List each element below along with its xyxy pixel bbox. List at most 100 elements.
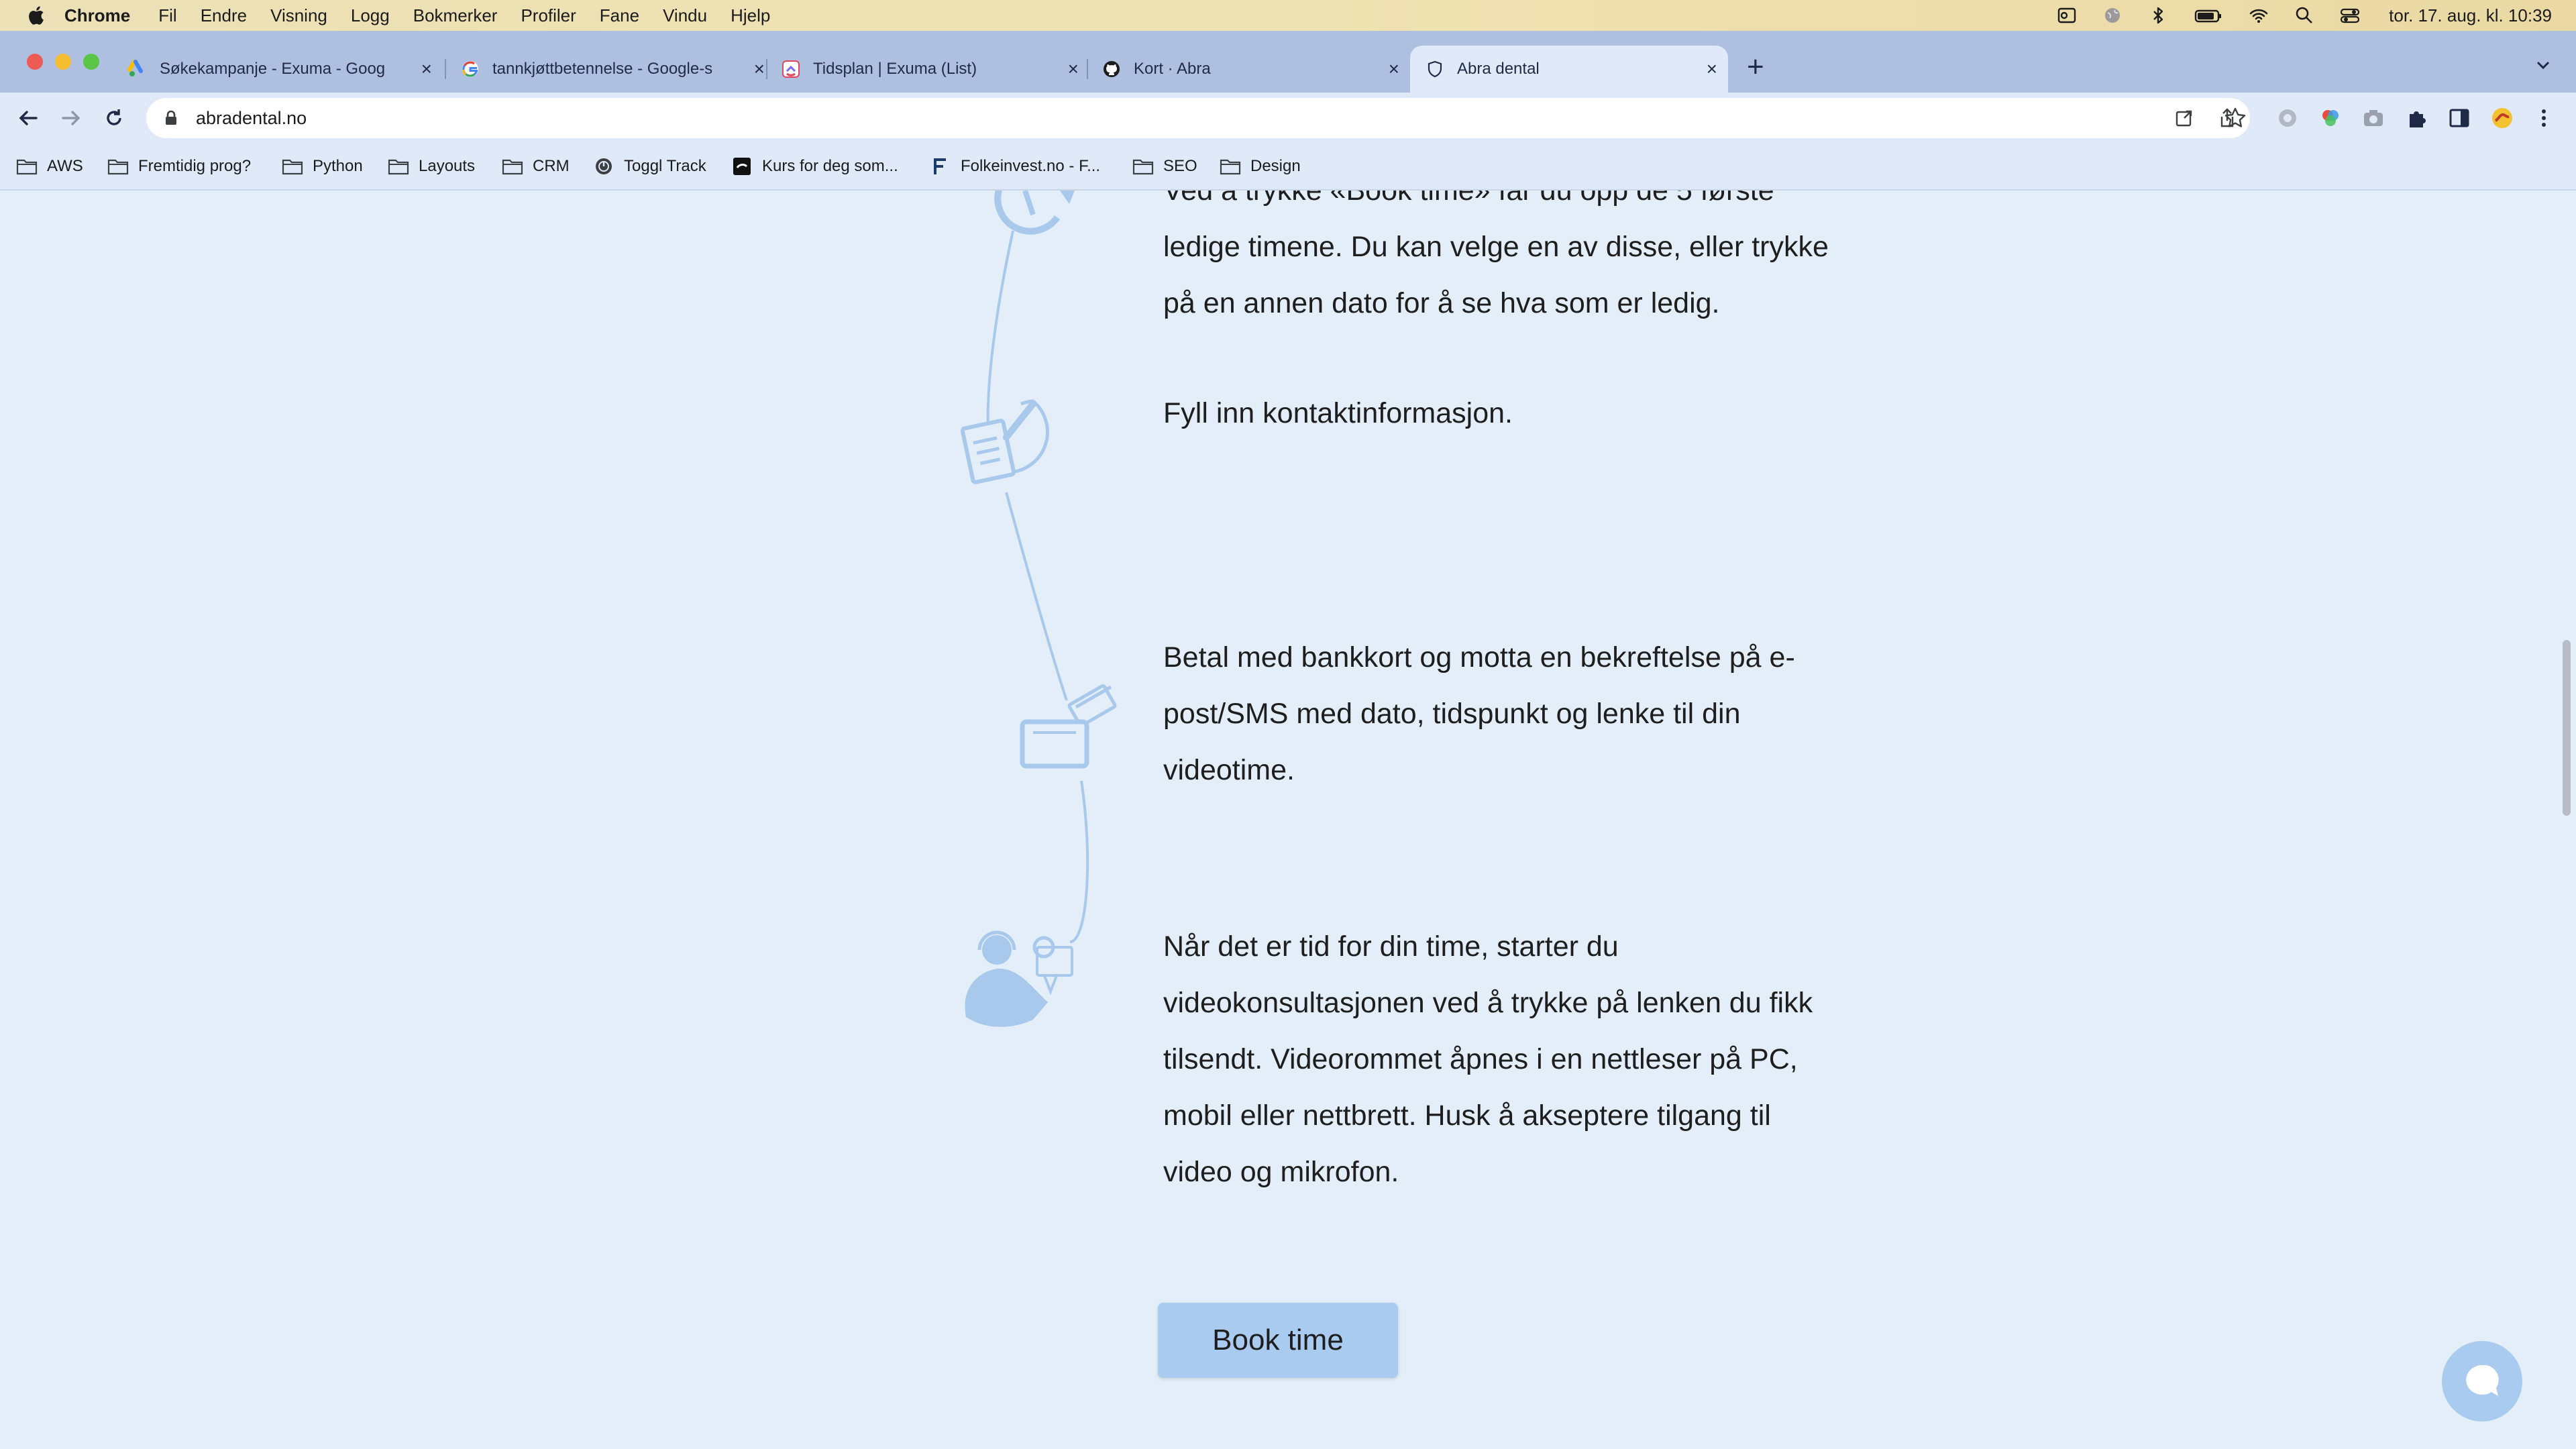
bookmark-design[interactable]: Design — [1220, 155, 1301, 178]
chat-bubble-icon — [2466, 1364, 2499, 1396]
wifi-icon[interactable] — [2248, 5, 2269, 26]
address-bar[interactable]: abradental.no — [146, 98, 2250, 138]
camera-extension-icon[interactable] — [2361, 106, 2385, 130]
side-panel-icon[interactable] — [2447, 106, 2471, 130]
bookmark-label: AWS — [47, 157, 83, 175]
github-icon — [1104, 61, 1120, 77]
close-tab-icon[interactable]: × — [1389, 58, 1399, 80]
reload-icon[interactable] — [102, 106, 126, 130]
shield-icon — [1428, 60, 1442, 78]
bookmark-label: Python — [313, 157, 363, 175]
bookmark-label: Design — [1250, 157, 1301, 175]
browser-toolbar: abradental.no — [0, 93, 2576, 144]
close-window-button[interactable] — [27, 54, 43, 70]
tab-abra-dental[interactable]: Abra dental × — [1410, 46, 1728, 93]
browser-tab-strip: Søkekampanje - Exuma - Goog × tannkjøttb… — [0, 31, 2576, 93]
page-scrollbar-thumb[interactable] — [2563, 640, 2571, 816]
extension-color-wheel-icon[interactable] — [2318, 106, 2343, 130]
steps-connector-line — [986, 230, 1089, 943]
maximize-window-button[interactable] — [83, 54, 99, 70]
url-text[interactable]: abradental.no — [196, 108, 307, 129]
page-content: Ved å trykke «Book time» får du opp de 5… — [0, 191, 2576, 1449]
bookmark-label: Toggl Track — [624, 157, 706, 175]
bookmark-crm[interactable]: CRM — [502, 155, 570, 178]
lock-icon[interactable] — [162, 109, 180, 127]
menu-fane[interactable]: Fane — [600, 5, 639, 26]
outlook-status-icon[interactable] — [2056, 5, 2078, 26]
macos-menu-bar: Chrome Fil Endre Visning Logg Bokmerker … — [0, 0, 2576, 31]
new-tab-button[interactable]: + — [1747, 52, 1764, 82]
extension-grey-circle-icon[interactable] — [2275, 106, 2300, 130]
forward-arrow-icon[interactable] — [59, 106, 83, 130]
folder-icon — [388, 159, 409, 175]
apple-logo-icon[interactable] — [25, 5, 46, 26]
book-time-button[interactable]: Book time — [1158, 1303, 1398, 1378]
menu-vindu[interactable]: Vindu — [663, 5, 707, 26]
more-options-icon[interactable] — [2532, 106, 2556, 130]
menu-app-name[interactable]: Chrome — [64, 5, 130, 26]
battery-icon[interactable] — [2193, 5, 2224, 26]
open-in-app-icon[interactable] — [2172, 106, 2196, 130]
menu-bokmerker[interactable]: Bokmerker — [413, 5, 498, 26]
toggl-icon — [596, 158, 612, 174]
video-consultation-icon — [965, 930, 1073, 1027]
bookmark-layouts[interactable]: Layouts — [388, 155, 475, 178]
bookmark-seo[interactable]: SEO — [1132, 155, 1197, 178]
tab-sokekampanje[interactable]: Søkekampanje - Exuma - Goog × — [127, 46, 443, 93]
minimize-window-button[interactable] — [55, 54, 71, 70]
bookmark-aws[interactable]: AWS — [16, 155, 83, 178]
tab-tannkjottbetennelse[interactable]: tannkjøttbetennelse - Google-s × — [460, 46, 775, 93]
extensions-puzzle-icon[interactable] — [2404, 106, 2428, 130]
close-tab-icon[interactable]: × — [1068, 58, 1079, 80]
bluetooth-icon[interactable] — [2147, 5, 2169, 26]
menu-fil[interactable]: Fil — [158, 5, 176, 26]
tab-kort-abra[interactable]: Kort · Abra × — [1102, 46, 1410, 93]
menu-endre[interactable]: Endre — [201, 5, 247, 26]
step-3-text: Betal med bankkort og motta en bekreftel… — [1163, 641, 1795, 786]
close-tab-icon[interactable]: × — [1707, 58, 1717, 80]
tab-separator — [445, 59, 446, 79]
bookmark-toggl-track[interactable]: Toggl Track — [593, 155, 706, 178]
profile-avatar-icon[interactable] — [2490, 106, 2514, 130]
window-controls — [27, 54, 99, 70]
bookmark-label: SEO — [1163, 157, 1197, 175]
close-tab-icon[interactable]: × — [754, 58, 765, 80]
folder-icon — [107, 159, 129, 175]
menu-profiler[interactable]: Profiler — [521, 5, 576, 26]
tab-title: Tidsplan | Exuma (List) — [813, 60, 977, 78]
folkeinvest-icon — [934, 158, 946, 174]
back-arrow-icon[interactable] — [16, 106, 40, 130]
bookmark-star-icon[interactable] — [2223, 106, 2247, 130]
bookmark-label: Fremtidig prog? — [138, 157, 252, 175]
bookmark-folkeinvest[interactable]: Folkeinvest.no - F... — [930, 155, 1100, 178]
folder-icon — [502, 159, 523, 175]
control-center-icon[interactable] — [2339, 5, 2361, 26]
folder-icon — [282, 159, 303, 175]
chevron-down-icon[interactable] — [2533, 55, 2553, 75]
step-1-text: Ved å trykke «Book time» får du opp de 5… — [1163, 191, 1829, 319]
folder-icon — [1132, 159, 1154, 175]
google-icon — [462, 61, 478, 77]
tab-title: Søkekampanje - Exuma - Goog — [160, 60, 386, 78]
bookmark-kurs-for-deg[interactable]: Kurs for deg som... — [731, 155, 898, 178]
booking-steps-illustration — [960, 191, 1117, 1027]
bookmarks-bar: AWS Fremtidig prog? Python Layouts CRM T… — [0, 144, 2576, 191]
menu-logg[interactable]: Logg — [351, 5, 390, 26]
bookmark-python[interactable]: Python — [282, 155, 363, 178]
menu-visning[interactable]: Visning — [270, 5, 327, 26]
menu-hjelp[interactable]: Hjelp — [731, 5, 770, 26]
close-tab-icon[interactable]: × — [421, 58, 432, 80]
bookmark-label: CRM — [533, 157, 570, 175]
spotlight-search-icon[interactable] — [2294, 5, 2315, 26]
bookmark-label: Kurs for deg som... — [762, 157, 898, 175]
globe-status-icon[interactable] — [2102, 5, 2123, 26]
chat-widget-button[interactable] — [2442, 1341, 2522, 1421]
tab-title: Kort · Abra — [1134, 60, 1211, 78]
folder-icon — [16, 159, 38, 175]
google-ads-icon — [127, 60, 143, 76]
folder-icon — [1220, 159, 1241, 175]
tab-tidsplan[interactable]: Tidsplan | Exuma (List) × — [781, 46, 1089, 93]
menubar-clock[interactable]: tor. 17. aug. kl. 10:39 — [2389, 5, 2552, 26]
bookmark-fremtidig-prog[interactable]: Fremtidig prog? — [107, 155, 251, 178]
document-pen-icon — [960, 399, 1049, 484]
